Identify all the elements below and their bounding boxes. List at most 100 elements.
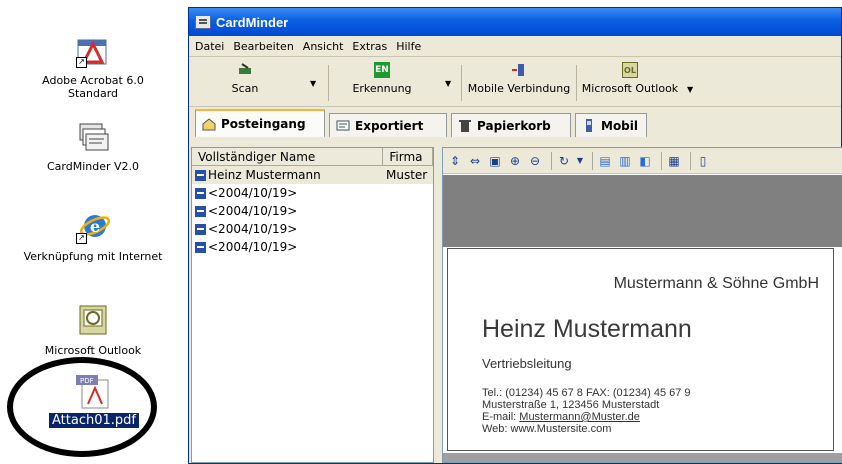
card-address: Musterstraße 1, 123456 Musterstadt	[482, 399, 660, 411]
desktop-label-internet: Verknüpfung mit Internet	[23, 250, 163, 263]
outlook-dropdown-arrow[interactable]: ▼	[687, 85, 693, 94]
menu-ansicht[interactable]: Ansicht	[303, 40, 344, 53]
toolbar: Scan ▼ EN Erkennung ▼ Mobile Verbindung …	[189, 59, 841, 107]
hand-drawn-circle-annotation	[7, 357, 157, 457]
card-web: Web: www.Mustersite.com	[482, 423, 612, 435]
tab-posteingang[interactable]: Posteingang	[195, 109, 325, 137]
scanner-icon	[237, 62, 253, 78]
toolbar-separator	[328, 65, 329, 101]
list-item-firma: Muster	[386, 168, 428, 182]
list-item[interactable]: <2004/10/19>	[192, 184, 433, 202]
desktop-icon-internet[interactable]: e ↗ Verknüpfung mit Internet	[4, 210, 182, 263]
trash-icon	[458, 119, 472, 132]
menu-bearbeiten[interactable]: Bearbeiten	[233, 40, 293, 53]
desktop-label-cardminder: CardMinder V2.0	[46, 160, 140, 173]
list-item-name: Heinz Mustermann	[208, 168, 321, 182]
internet-explorer-icon: e ↗	[76, 210, 111, 244]
zoom-out-icon[interactable]: ⊖	[527, 153, 543, 169]
outlook-toolbar-icon: OL	[622, 62, 638, 78]
list-header: Vollständiger Name Firma	[192, 148, 433, 166]
title-bar[interactable]: CardMinder	[189, 8, 841, 36]
desktop-label-acrobat-2: Standard	[67, 87, 119, 100]
front-side-icon[interactable]: ▤	[597, 153, 613, 169]
card-email-prefix: E-mail:	[482, 411, 520, 423]
preview-bottom-bar	[443, 453, 842, 462]
card-person-name: Heinz Mustermann	[482, 315, 692, 343]
microsoft-outlook-button[interactable]: OL Microsoft Outlook	[579, 62, 681, 104]
cardminder-icon	[76, 120, 110, 154]
card-email-line: E-mail: Mustermann@Muster.de	[482, 411, 640, 423]
list-item[interactable]: <2004/10/19>	[192, 202, 433, 220]
outlook-icon	[76, 304, 110, 338]
tab-papierkorb[interactable]: Papierkorb	[451, 113, 571, 137]
tab-papierkorb-label: Papierkorb	[477, 118, 551, 133]
desktop-icon-acrobat[interactable]: ↗ Adobe Acrobat 6.0 Standard	[34, 34, 152, 100]
print-icon[interactable]: ▦	[666, 153, 682, 169]
tab-exportiert-label: Exportiert	[355, 118, 424, 133]
export-icon	[336, 119, 350, 132]
card-icon	[195, 169, 206, 181]
menu-hilfe[interactable]: Hilfe	[396, 40, 421, 53]
back-side-icon[interactable]: ▥	[617, 153, 633, 169]
rotate-dropdown-icon[interactable]: ▼	[576, 153, 584, 169]
card-icon	[195, 187, 206, 199]
erkennung-dropdown-arrow[interactable]: ▼	[445, 79, 451, 88]
zoom-in-icon[interactable]: ⊕	[507, 153, 523, 169]
tab-mobil[interactable]: Mobil	[575, 113, 647, 137]
desktop-icon-cardminder[interactable]: CardMinder V2.0	[34, 120, 152, 173]
mobile-send-icon[interactable]: ▯	[695, 153, 711, 169]
tab-mobil-label: Mobil	[601, 118, 639, 133]
list-item[interactable]: Heinz Mustermann Muster	[192, 166, 433, 184]
column-header-name[interactable]: Vollständiger Name	[192, 148, 384, 165]
card-email: Mustermann@Muster.de	[519, 411, 640, 423]
business-card-image: Mustermann & Söhne GmbH Heinz Mustermann…	[447, 248, 834, 451]
mobile-phone-icon	[511, 62, 527, 78]
screen: ↗ Adobe Acrobat 6.0 Standard CardMinder V…	[0, 0, 842, 464]
app-icon	[195, 15, 211, 29]
card-icon	[195, 205, 206, 217]
desktop-label-acrobat-1: Adobe Acrobat 6.0	[42, 74, 144, 87]
toolbar-separator	[461, 65, 462, 101]
en-recognition-icon: EN	[374, 62, 390, 78]
tab-posteingang-label: Posteingang	[221, 117, 306, 131]
list-item[interactable]: <2004/10/19>	[192, 238, 433, 256]
mobile-icon	[582, 119, 596, 132]
scan-button[interactable]: Scan	[225, 62, 265, 104]
scan-label: Scan	[231, 82, 259, 95]
card-icon	[195, 241, 206, 253]
list-item-name: <2004/10/19>	[208, 240, 298, 254]
toolbar-separator	[576, 65, 577, 101]
both-sides-icon[interactable]: ◧	[637, 153, 653, 169]
separator	[661, 151, 662, 170]
separator	[551, 151, 552, 170]
cardminder-window: CardMinder Datei Bearbeiten Ansicht Extr…	[188, 7, 842, 464]
list-item-name: <2004/10/19>	[208, 186, 298, 200]
erkennung-label: Erkennung	[352, 82, 412, 95]
menu-bar: Datei Bearbeiten Ansicht Extras Hilfe	[189, 37, 841, 57]
separator	[592, 151, 593, 170]
svg-text:e: e	[90, 217, 100, 236]
list-item-name: <2004/10/19>	[208, 204, 298, 218]
fit-page-icon[interactable]: ▣	[487, 153, 503, 169]
scan-dropdown-arrow[interactable]: ▼	[310, 79, 316, 88]
fit-width-icon[interactable]: ⇔	[467, 153, 483, 169]
erkennung-button[interactable]: EN Erkennung	[347, 62, 417, 104]
card-phone: Tel.: (01234) 45 67 8 FAX: (01234) 45 67…	[482, 387, 691, 399]
rotate-icon[interactable]: ↻	[556, 153, 572, 169]
preview-background	[443, 175, 842, 247]
microsoft-outlook-label: Microsoft Outlook	[581, 82, 679, 95]
menu-extras[interactable]: Extras	[352, 40, 387, 53]
list-item[interactable]: <2004/10/19>	[192, 220, 433, 238]
fit-height-icon[interactable]: ⇕	[447, 153, 463, 169]
menu-datei[interactable]: Datei	[195, 40, 224, 53]
card-list: Vollständiger Name Firma Heinz Musterman…	[191, 147, 434, 463]
mobile-verbindung-label: Mobile Verbindung	[467, 82, 571, 95]
separator	[690, 151, 691, 170]
mobile-verbindung-button[interactable]: Mobile Verbindung	[467, 62, 571, 104]
desktop-icon-outlook[interactable]: Microsoft Outlook	[34, 304, 152, 357]
column-header-firma[interactable]: Firma	[383, 148, 433, 165]
list-item-name: <2004/10/19>	[208, 222, 298, 236]
window-title: CardMinder	[216, 14, 289, 30]
tab-exportiert[interactable]: Exportiert	[329, 113, 447, 137]
card-role: Vertriebsleitung	[482, 356, 572, 371]
